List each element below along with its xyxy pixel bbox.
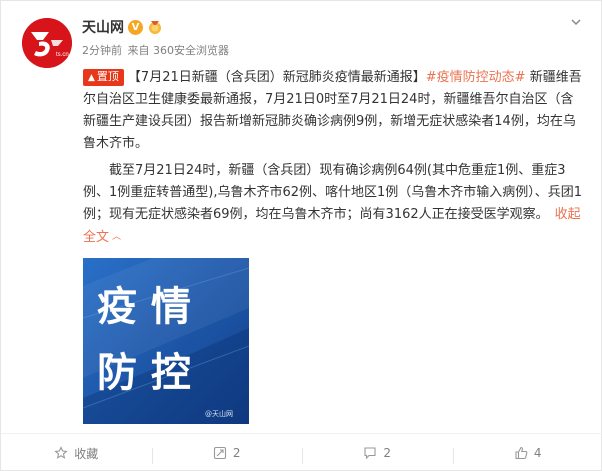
weibo-post-card: ts.cn 天山网 V 2分钟前 来自 360安全浏览器 ▲ 置顶 【7月21日新疆… (0, 0, 602, 471)
epidemic-prevention-graphic: 疫 情 防 控 @天山网 (83, 258, 249, 424)
image-text-line1: 疫 情 (97, 284, 191, 330)
author-row: 天山网 V (82, 16, 163, 38)
favorite-label: 收藏 (74, 446, 99, 461)
post-paragraph-2: 截至7月21日24时，新疆（含兵团）现有确诊病例64例(其中危重症1例、重症3例… (83, 160, 583, 249)
hashtag-link[interactable]: #疫情防控动态# (426, 70, 526, 85)
post-image[interactable]: 疫 情 防 控 @天山网 (83, 258, 249, 424)
star-icon (54, 446, 68, 459)
svg-text:ts.cn: ts.cn (56, 52, 69, 58)
post-content: ▲ 置顶 【7月21日新疆（含兵团）新冠肺炎疫情最新通报】#疫情防控动态# 新疆维吾… (83, 67, 583, 249)
pin-icon: ▲ (88, 73, 95, 83)
favorite-button[interactable]: 收藏 (1, 445, 152, 462)
verified-v-icon: V (128, 19, 143, 35)
repost-icon (213, 446, 226, 460)
action-bar: 收藏 2 2 4 (1, 433, 602, 471)
repost-button[interactable]: 2 (151, 446, 303, 464)
repost-count: 2 (232, 446, 241, 460)
post-paragraph-1: ▲ 置顶 【7月21日新疆（含兵团）新冠肺炎疫情最新通报】#疫情防控动态# 新疆维吾… (83, 67, 583, 155)
post-source: 来自 360安全浏览器 (127, 44, 230, 57)
top-tag: ▲ 置顶 (83, 69, 124, 86)
post-text-2: 截至7月21日24时，新疆（含兵团）现有确诊病例64例(其中危重症1例、重症3例… (83, 163, 583, 222)
avatar[interactable]: ts.cn (22, 18, 72, 68)
like-count: 4 (533, 446, 542, 460)
thumbs-up-icon (515, 446, 528, 460)
chevron-down-icon[interactable] (569, 15, 583, 29)
chevron-up-icon: ︿ (112, 232, 122, 242)
post-meta: 2分钟前 来自 360安全浏览器 (82, 42, 229, 58)
comment-count: 2 (383, 446, 392, 460)
medal-icon[interactable] (147, 19, 163, 35)
image-watermark: @天山网 (205, 409, 233, 418)
post-title: 【7月21日新疆（含兵团）新冠肺炎疫情最新通报】 (127, 70, 426, 85)
top-tag-label: 置顶 (96, 70, 119, 83)
comment-icon (364, 447, 376, 460)
tianshan-logo-icon: ts.cn (22, 18, 72, 68)
like-button[interactable]: 4 (452, 446, 602, 464)
author-name[interactable]: 天山网 (82, 17, 124, 37)
post-time[interactable]: 2分钟前 (82, 44, 122, 57)
image-text-line2: 防 控 (97, 350, 191, 396)
comment-button[interactable]: 2 (302, 446, 453, 464)
